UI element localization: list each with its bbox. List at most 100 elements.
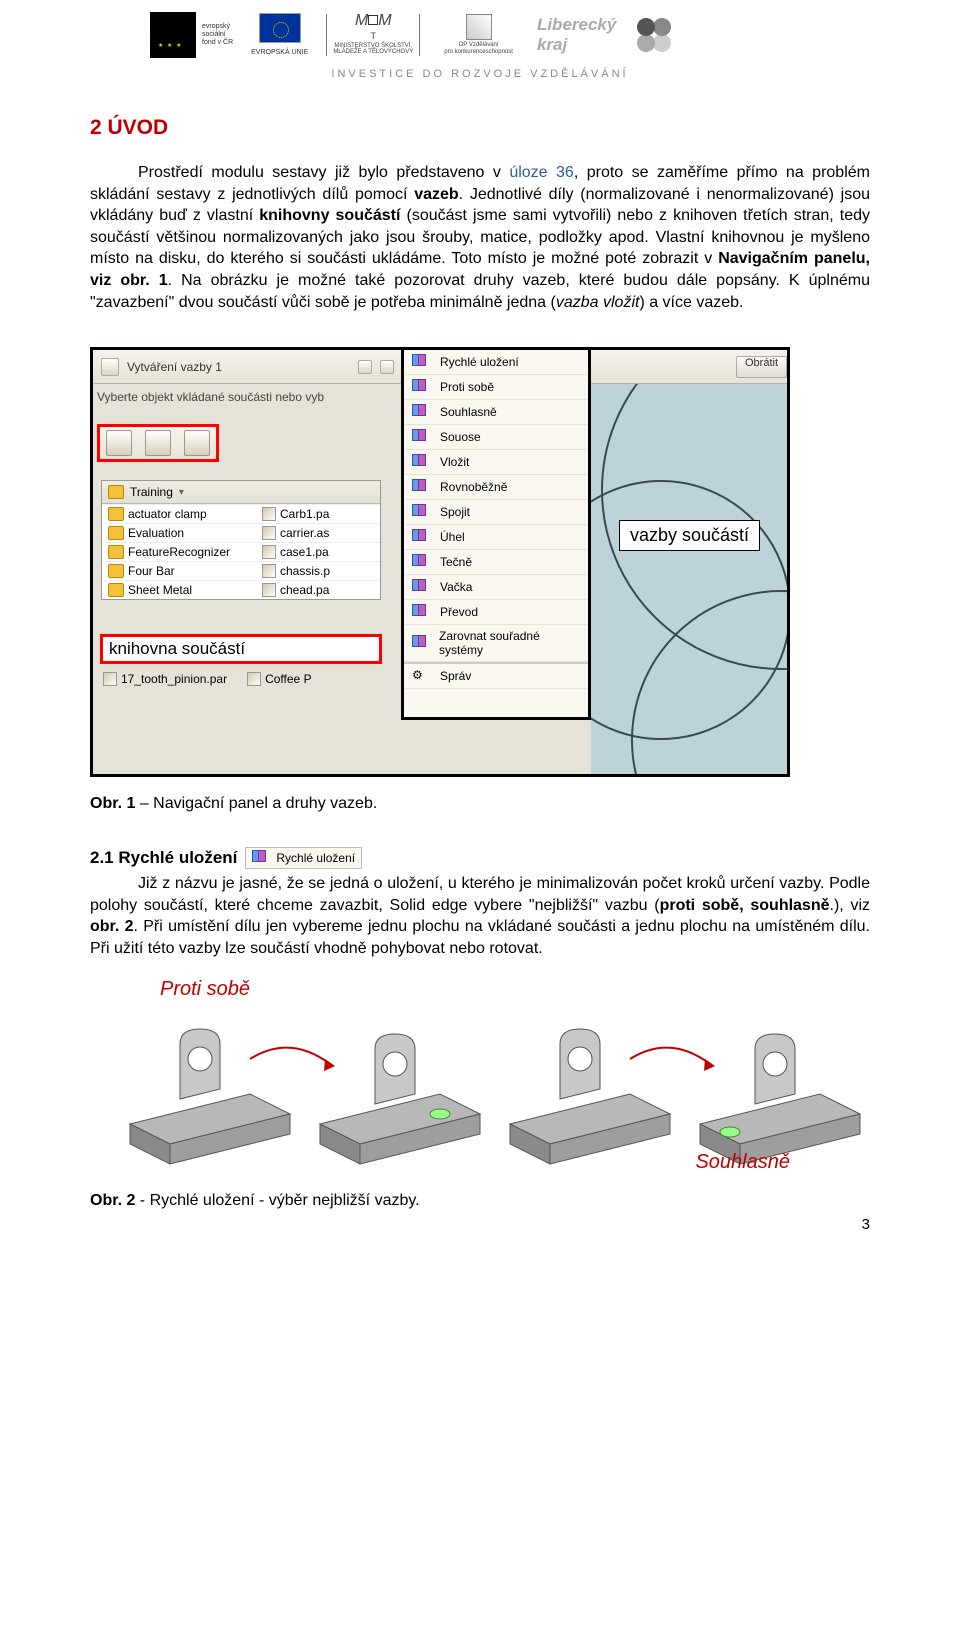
part-icon — [262, 564, 276, 578]
folder-name: Evaluation — [128, 526, 184, 540]
constraint-option[interactable]: Tečně — [404, 550, 588, 575]
subsection-2-1: 2.1 Rychlé uložení Rychlé uložení — [90, 847, 870, 869]
logo-kraj: Liberecký kraj — [537, 15, 616, 55]
option-label: Rovnoběžně — [440, 480, 507, 494]
part-icon — [262, 526, 276, 540]
library-row[interactable]: FeatureRecognizercase1.pa — [102, 542, 380, 561]
folder-icon — [108, 564, 124, 578]
library-row[interactable]: Four Barchassis.p — [102, 561, 380, 580]
fig2-label-right: Souhlasně — [695, 1151, 790, 1174]
constraint-icon — [412, 529, 432, 545]
panel-icon-2[interactable] — [145, 430, 171, 456]
library-row[interactable]: Evaluationcarrier.as — [102, 523, 380, 542]
folder-icon — [108, 545, 124, 559]
gear-icon: ⚙ — [412, 668, 432, 684]
fig-txt: – Navigační panel a druhy vazeb. — [135, 795, 377, 812]
option-label: Tečně — [440, 555, 472, 569]
part-name: Carb1.pa — [280, 507, 329, 521]
constraint-icon — [412, 454, 432, 470]
folder-name: FeatureRecognizer — [128, 545, 230, 559]
folder-name: actuator clamp — [128, 507, 207, 521]
investice-tagline: INVESTICE DO ROZVOJE VZDĚLÁVÁNÍ — [90, 64, 870, 116]
part-icon — [247, 672, 261, 686]
opvk-text: OP Vzdělávání pro konkurenceschopnost — [444, 42, 513, 55]
kraj-circles-icon — [634, 15, 674, 55]
folder-icon — [108, 583, 124, 597]
chevron-down-icon: ▾ — [179, 487, 184, 498]
option-label: Vačka — [440, 580, 472, 594]
constraint-option[interactable]: Zarovnat souřadné systémy — [404, 625, 588, 662]
header-logos: evropský sociální fond v ČR EVROPSKÁ UNI… — [90, 0, 870, 64]
constraint-option[interactable]: Úhel — [404, 525, 588, 550]
constraint-option[interactable]: Rychlé uložení — [404, 350, 588, 375]
kw: obr. 2 — [90, 918, 134, 935]
viewport-3d — [591, 350, 787, 774]
library-row[interactable]: Sheet Metalchead.pa — [102, 580, 380, 599]
library-row[interactable]: actuator clamp Carb1.pa — [102, 504, 380, 523]
constraint-icon — [412, 579, 432, 595]
kraj-text: Liberecký kraj — [537, 15, 616, 55]
figure-2: Proti sobě Souhlasně — [90, 974, 870, 1184]
option-label: Souose — [440, 430, 481, 444]
constraint-option[interactable]: Souhlasně — [404, 400, 588, 425]
dd-tail[interactable]: Správ — [440, 669, 471, 683]
constraint-icon — [412, 379, 432, 395]
constraint-icon — [412, 504, 432, 520]
screenshot-navpanel: Vytváření vazby 1 0,00 mm Obrátit Vybert… — [90, 347, 790, 777]
section-title: 2 ÚVOD — [90, 116, 870, 140]
constraint-option[interactable]: Spojit — [404, 500, 588, 525]
constraint-option[interactable]: Vložit — [404, 450, 588, 475]
callout-vazby: vazby součástí — [619, 520, 760, 551]
logo-esf: evropský sociální fond v ČR — [150, 12, 233, 58]
page-number: 3 — [90, 1216, 870, 1233]
filename[interactable]: 17_tooth_pinion.par — [121, 672, 227, 686]
folder-name: Training — [130, 485, 173, 499]
constraint-option[interactable]: Souose — [404, 425, 588, 450]
txt: Prostředí modulu sestavy již bylo předst… — [138, 164, 509, 181]
btn-label: Rychlé uložení — [276, 851, 355, 865]
quick-place-button[interactable]: Rychlé uložení — [245, 847, 362, 869]
part-icon — [262, 507, 276, 521]
quick-place-icon — [252, 850, 272, 866]
constraint-dropdown: Rychlé uložení Proti sobě Souhlasně Souose V… — [401, 350, 591, 720]
link-uloze36[interactable]: úloze 36 — [509, 164, 574, 181]
option-label: Souhlasně — [440, 405, 497, 419]
constraint-icon — [412, 635, 431, 651]
constraint-icon — [412, 604, 432, 620]
toolbar-icon-1[interactable] — [101, 358, 119, 376]
part-icon — [103, 672, 117, 686]
constraint-option[interactable]: Proti sobě — [404, 375, 588, 400]
fig-txt: - Rychlé uložení - výběr nejbližší vazby… — [135, 1192, 419, 1209]
constraint-option[interactable]: Převod — [404, 600, 588, 625]
hint-text: Vyberte objekt vkládané součásti nebo vy… — [97, 390, 324, 404]
esf-icon — [150, 12, 196, 58]
txt: . Na obrázku je možné také pozorovat dru… — [90, 272, 870, 311]
part-icon — [262, 583, 276, 597]
option-label: Úhel — [440, 530, 465, 544]
tb-icon[interactable] — [358, 360, 372, 374]
folder-icon — [108, 526, 124, 540]
fig2-label-left: Proti sobě — [160, 978, 250, 1001]
tb-icon[interactable] — [380, 360, 394, 374]
panel-icon-1[interactable] — [106, 430, 132, 456]
part-name: chassis.p — [280, 564, 330, 578]
panel-icon-3[interactable] — [184, 430, 210, 456]
intro-paragraph: Prostředí modulu sestavy již bylo předst… — [90, 162, 870, 313]
constraint-icon — [412, 479, 432, 495]
constraint-option[interactable]: Rovnoběžně — [404, 475, 588, 500]
option-label: Převod — [440, 605, 478, 619]
folder-icon — [108, 485, 124, 499]
flip-button[interactable]: Obrátit — [736, 356, 787, 378]
constraint-option[interactable]: Vačka — [404, 575, 588, 600]
library-last-row: 17_tooth_pinion.par Coffee P — [103, 672, 312, 686]
filename[interactable]: Coffee P — [265, 672, 311, 686]
option-label: Rychlé uložení — [440, 355, 519, 369]
constraint-icon — [412, 554, 432, 570]
fig-num: Obr. 1 — [90, 795, 135, 812]
logo-eu: EVROPSKÁ UNIE — [251, 13, 308, 57]
option-label: Vložit — [440, 455, 469, 469]
library-folder-header[interactable]: Training ▾ — [102, 481, 380, 504]
callout-text: vazby součástí — [630, 525, 749, 545]
highlight-toolbar-icons — [97, 424, 219, 462]
figure-2-caption: Obr. 2 - Rychlé uložení - výběr nejbližš… — [90, 1192, 870, 1210]
